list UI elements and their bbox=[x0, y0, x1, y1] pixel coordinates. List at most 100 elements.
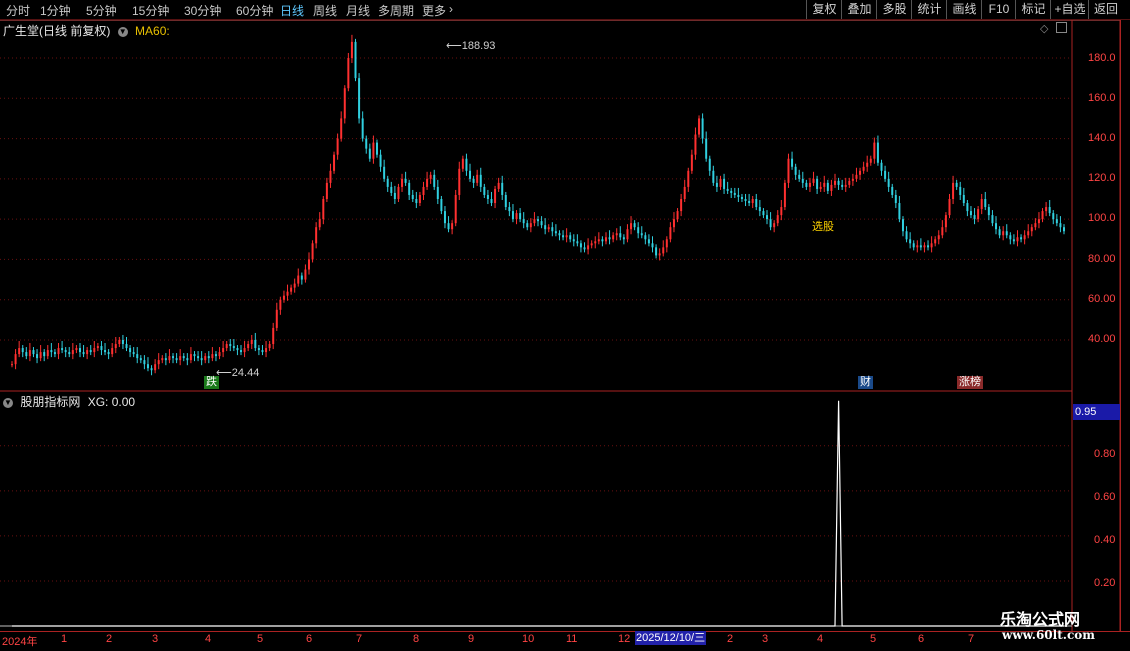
candle-body bbox=[515, 213, 518, 220]
candle-body bbox=[758, 207, 761, 212]
candle-body bbox=[1009, 235, 1012, 240]
limit-up-tag[interactable]: 涨榜 bbox=[957, 376, 983, 389]
candle-body bbox=[397, 186, 400, 199]
candle-body bbox=[622, 237, 625, 240]
date-label-10: 10 bbox=[522, 633, 535, 645]
candle-body bbox=[318, 219, 321, 228]
candle-body bbox=[247, 344, 250, 349]
candle-body bbox=[272, 327, 275, 345]
candle-body bbox=[579, 243, 582, 248]
candle-body bbox=[390, 186, 393, 193]
candle-body bbox=[340, 118, 343, 139]
low-value: 24.44 bbox=[231, 367, 260, 379]
candle-body bbox=[604, 237, 607, 242]
sub-y-tick-060: 0.60 bbox=[1094, 491, 1116, 503]
candle-body bbox=[469, 170, 472, 179]
candle-body bbox=[279, 299, 282, 310]
candle-body bbox=[619, 233, 622, 238]
candle-body bbox=[558, 233, 561, 236]
candle-body bbox=[104, 350, 107, 353]
candle-body bbox=[755, 199, 758, 208]
candle-body bbox=[36, 354, 39, 359]
candle-body bbox=[891, 186, 894, 195]
chart-canvas[interactable] bbox=[0, 0, 1130, 650]
candle-body bbox=[358, 78, 361, 119]
candle-body bbox=[995, 223, 998, 230]
candle-body bbox=[347, 58, 350, 89]
candle-body bbox=[286, 291, 289, 296]
candle-body bbox=[680, 199, 683, 212]
candle-body bbox=[121, 340, 124, 345]
candle-body bbox=[368, 148, 371, 159]
chevron-down-icon[interactable]: ▼ bbox=[3, 397, 13, 408]
candle-body bbox=[408, 182, 411, 195]
candle-body bbox=[78, 348, 81, 353]
candle-body bbox=[315, 227, 318, 244]
candle-body bbox=[129, 348, 132, 353]
candle-body bbox=[955, 182, 958, 187]
candle-body bbox=[479, 174, 482, 187]
candle-body bbox=[32, 350, 35, 355]
candle-body bbox=[644, 235, 647, 240]
candle-body bbox=[751, 199, 754, 204]
candle-body bbox=[197, 356, 200, 359]
candle-body bbox=[168, 356, 171, 361]
candle-body bbox=[336, 138, 339, 155]
candle-body bbox=[601, 239, 604, 242]
candle-body bbox=[490, 199, 493, 204]
candle-body bbox=[18, 348, 21, 355]
candle-body bbox=[386, 178, 389, 187]
selected-date: 2025/12/10/三 bbox=[635, 631, 707, 645]
candle-body bbox=[959, 186, 962, 195]
candle-body bbox=[554, 231, 557, 234]
candle-body bbox=[608, 237, 611, 240]
high-label: ⟵188.93 bbox=[446, 40, 496, 52]
date-label-3b: 3 bbox=[762, 633, 769, 645]
drop-tag[interactable]: 跌 bbox=[204, 376, 219, 389]
candle-body bbox=[11, 364, 13, 366]
candle-body bbox=[651, 243, 654, 248]
candle-body bbox=[1059, 223, 1062, 228]
candle-body bbox=[189, 354, 192, 361]
candle-body bbox=[511, 211, 514, 220]
candle-body bbox=[472, 178, 475, 183]
candle-body bbox=[980, 199, 983, 210]
candle-body bbox=[132, 352, 135, 355]
select-stock-tag[interactable]: 选股 bbox=[810, 221, 836, 234]
candle-body bbox=[164, 358, 167, 361]
candle-body bbox=[733, 192, 736, 195]
candle-body bbox=[1002, 231, 1005, 236]
sub-y-tick-040: 0.40 bbox=[1094, 534, 1116, 546]
candle-body bbox=[862, 166, 865, 171]
candle-body bbox=[82, 352, 85, 355]
high-value: 188.93 bbox=[461, 40, 496, 52]
candle-body bbox=[236, 348, 239, 351]
candle-body bbox=[139, 358, 142, 361]
y-tick-160: 160.0 bbox=[1088, 92, 1116, 104]
candle-body bbox=[372, 142, 375, 159]
candle-body bbox=[1016, 237, 1019, 242]
candle-body bbox=[841, 184, 844, 187]
candle-body bbox=[447, 223, 450, 230]
candle-body bbox=[669, 227, 672, 240]
finance-tag[interactable]: 财 bbox=[858, 376, 873, 389]
right-side-strip[interactable] bbox=[1120, 20, 1130, 631]
candle-body bbox=[912, 243, 915, 248]
candle-body bbox=[225, 344, 228, 349]
candle-body bbox=[655, 247, 658, 256]
candle-body bbox=[111, 348, 114, 355]
candle-body bbox=[708, 158, 711, 171]
candle-body bbox=[1020, 237, 1023, 240]
candle-body bbox=[293, 283, 296, 288]
candle-body bbox=[848, 180, 851, 185]
candle-body bbox=[869, 158, 872, 163]
date-label-3: 3 bbox=[152, 633, 159, 645]
candle-body bbox=[837, 180, 840, 185]
candle-body bbox=[952, 182, 955, 199]
candle-body bbox=[826, 182, 829, 191]
candle-body bbox=[812, 178, 815, 183]
candle-body bbox=[150, 368, 153, 371]
candle-body bbox=[937, 235, 940, 240]
sub-chart-header: ▼ 股朋指标网 XG: 0.00 bbox=[3, 393, 135, 410]
candle-body bbox=[894, 194, 897, 204]
